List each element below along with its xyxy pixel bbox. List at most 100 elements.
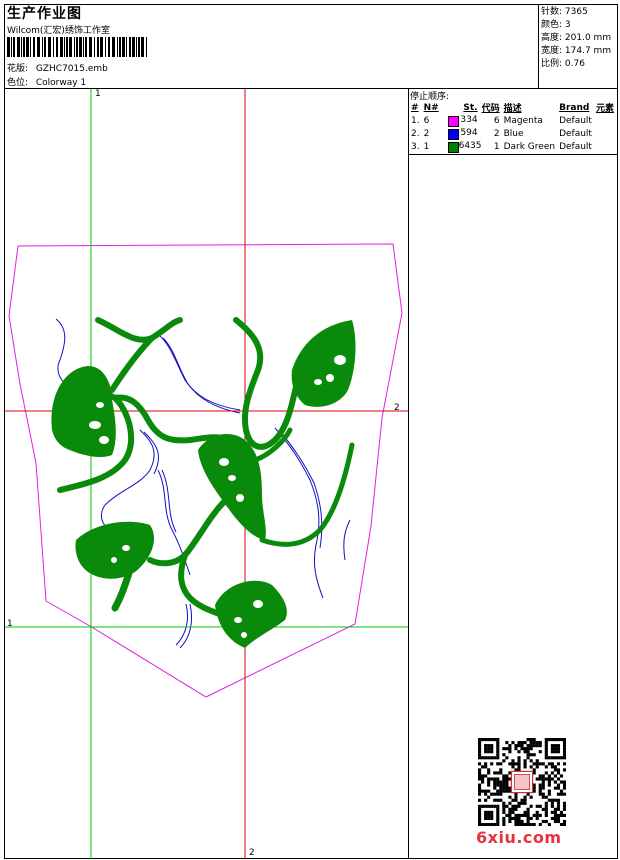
qr-module [547,780,551,784]
qr-module [496,798,500,802]
qr-module [523,762,527,766]
qr-module [481,777,485,781]
color-swatch [447,115,459,127]
qr-module [559,774,564,778]
qr-module [499,762,503,766]
qr-module [556,762,561,766]
qr-module [505,774,509,778]
qr-module [478,744,482,748]
qr-module [553,738,557,742]
qr-module [559,792,564,796]
qr-module [487,783,491,787]
red-guide-label-bottom: 2 [249,848,255,858]
qr-module [502,816,506,821]
table-row[interactable]: 1. 6 334 6 Magenta Default [409,114,616,127]
qr-module [520,801,524,805]
qr-module [505,789,509,793]
qr-module [514,744,518,748]
qr-module [487,813,491,817]
qr-module [523,750,527,754]
qr-module [538,789,542,793]
qr-module [529,795,533,799]
qr-module [526,738,530,742]
qr-module [496,789,500,793]
qr-module [478,771,482,775]
qr-module [478,789,482,793]
qr-module [478,792,482,796]
color-swatch [447,141,459,153]
qr-module [550,804,554,808]
qr-module [538,786,542,790]
qr-module [517,822,521,826]
qr-module [481,738,485,742]
qr-module [487,750,491,754]
barcode-bar [100,37,103,57]
qr-module [508,744,512,748]
qr-module [493,771,497,775]
qr-module [514,822,518,826]
qr-module [499,786,503,790]
barcode-bar [79,37,82,57]
qr-module [517,750,521,754]
qr-module [478,738,482,742]
stat-colors: 颜色: 3 [541,20,571,30]
qr-module [487,738,491,742]
design-canvas[interactable]: 1 1 2 2 [5,89,409,859]
qr-module [517,744,521,748]
qr-module [496,807,500,811]
barcode-bar [56,37,58,57]
qr-module [556,756,561,760]
qr-module [487,780,491,784]
qr-module [481,765,485,769]
qr-module [562,792,566,796]
table-row[interactable]: 2. 2 594 2 Blue Default [409,127,616,140]
qr-module [484,750,488,754]
qr-module [514,813,518,817]
qr-module [544,807,548,811]
qr-module [478,756,482,760]
qr-module [496,771,500,775]
qr-module [496,756,500,760]
qr-module [514,798,518,802]
qr-module [562,738,566,742]
qr-module [562,747,566,751]
barcode [7,37,147,57]
barcode-bar [17,37,20,57]
qr-module [553,798,557,802]
qr-module [538,774,542,778]
qr-module [493,798,497,802]
qr-module [502,747,506,751]
table-row[interactable]: 3. 1 6435 1 Dark Green Default [409,140,616,153]
qr-module [535,741,539,745]
qr-module [550,756,554,760]
qr-module [526,744,530,748]
qr-module [562,768,566,772]
stat-width: 宽度: 174.7 mm [541,46,612,56]
qr-module [553,819,557,824]
qr-module [520,819,524,824]
qr-module [511,759,515,763]
qr-module [556,783,561,787]
qr-module [478,762,482,766]
qr-module [559,813,564,817]
qr-module [535,813,539,817]
qr-module [490,816,494,821]
qr-module [499,798,503,802]
qr-module [517,741,521,745]
qr-module [550,816,554,821]
qr-module [532,744,536,748]
barcode-bar [136,37,137,57]
qr-module [508,813,512,817]
qr-module [556,786,561,790]
qr-module [550,765,554,769]
qr-module [499,771,503,775]
qr-module [478,750,482,754]
qr-module [547,777,551,781]
qr-module [538,792,542,796]
qr-module [505,747,509,751]
qr-module [550,762,554,766]
stat-stitches: 针数: 7365 [541,7,588,17]
qr-module [556,801,561,805]
qr-module [478,786,482,790]
qr-module [502,810,506,814]
